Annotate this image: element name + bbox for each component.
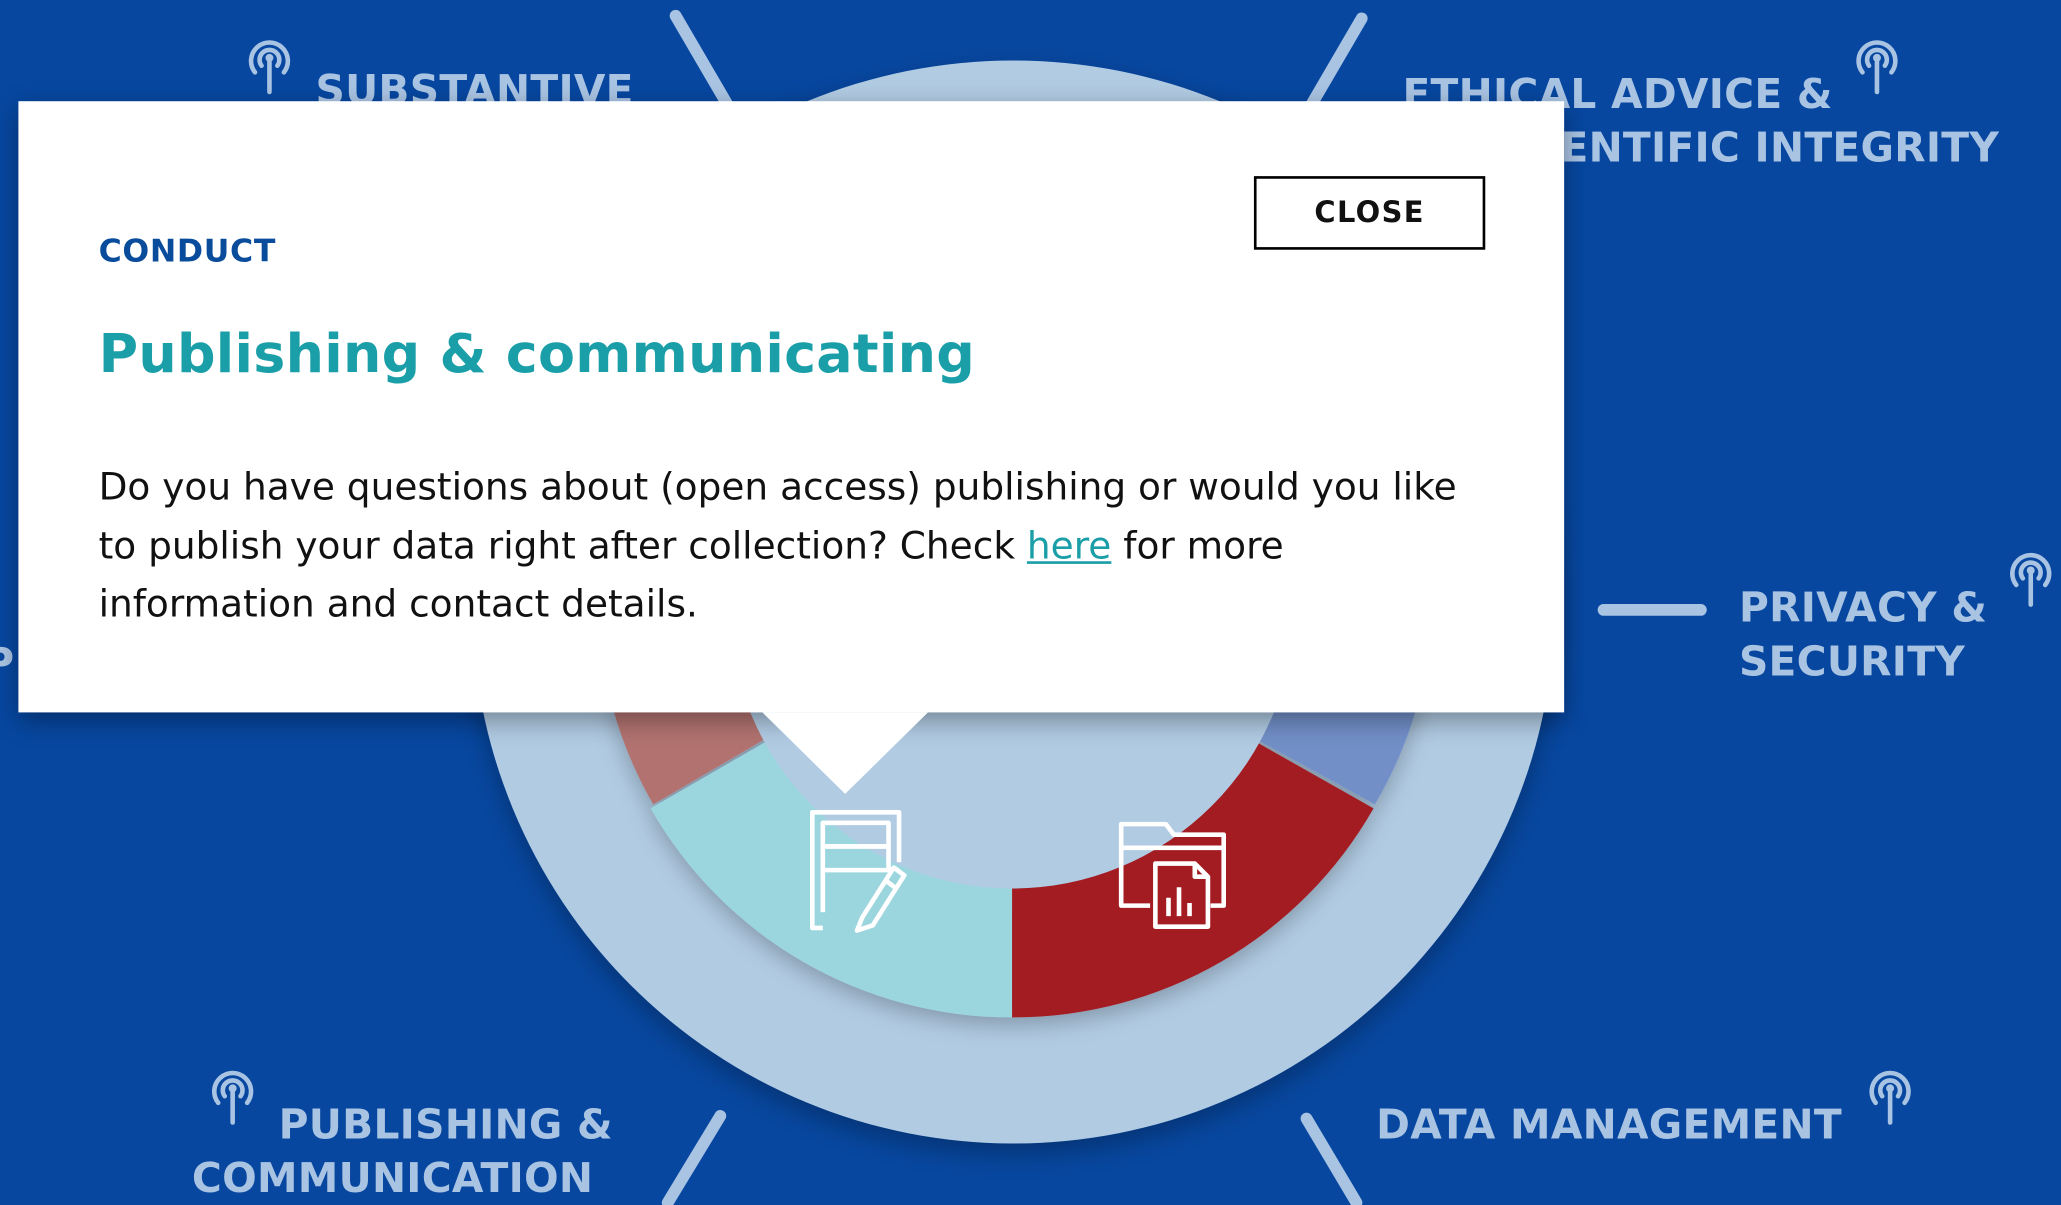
stage: SUBSTANTIVE ETHICAL ADVICE & SCIENTIFIC … [0, 0, 2061, 1205]
modal-title: Publishing & communicating [98, 322, 976, 386]
label-privacy[interactable]: PRIVACY & [1739, 582, 1987, 636]
label-publishing[interactable]: PUBLISHING & [279, 1099, 613, 1153]
broadcast-signal-icon [212, 1070, 254, 1125]
label-security[interactable]: SECURITY [1739, 636, 1965, 690]
modal-category: CONDUCT [98, 232, 277, 270]
modal-body: Do you have questions about (open access… [99, 459, 1492, 634]
label-data-management[interactable]: DATA MANAGEMENT [1376, 1099, 1842, 1153]
broadcast-signal-icon [2010, 552, 2052, 607]
spoke-top-left [669, 9, 737, 117]
info-modal: CLOSE CONDUCT Publishing & communicating… [18, 101, 1565, 794]
modal-pointer [762, 712, 928, 794]
spoke-bottom-right [1300, 1112, 1363, 1205]
broadcast-signal-icon [248, 40, 291, 95]
close-button[interactable]: CLOSE [1253, 176, 1486, 250]
broadcast-signal-icon [1856, 40, 1898, 95]
broadcast-signal-icon [1869, 1070, 1911, 1125]
here-link[interactable]: here [1027, 524, 1111, 567]
label-left-partial[interactable]: P [0, 637, 14, 691]
label-communication[interactable]: COMMUNICATION [192, 1153, 593, 1205]
spoke-bottom-left [661, 1110, 727, 1205]
spoke-top-right [1300, 12, 1368, 119]
